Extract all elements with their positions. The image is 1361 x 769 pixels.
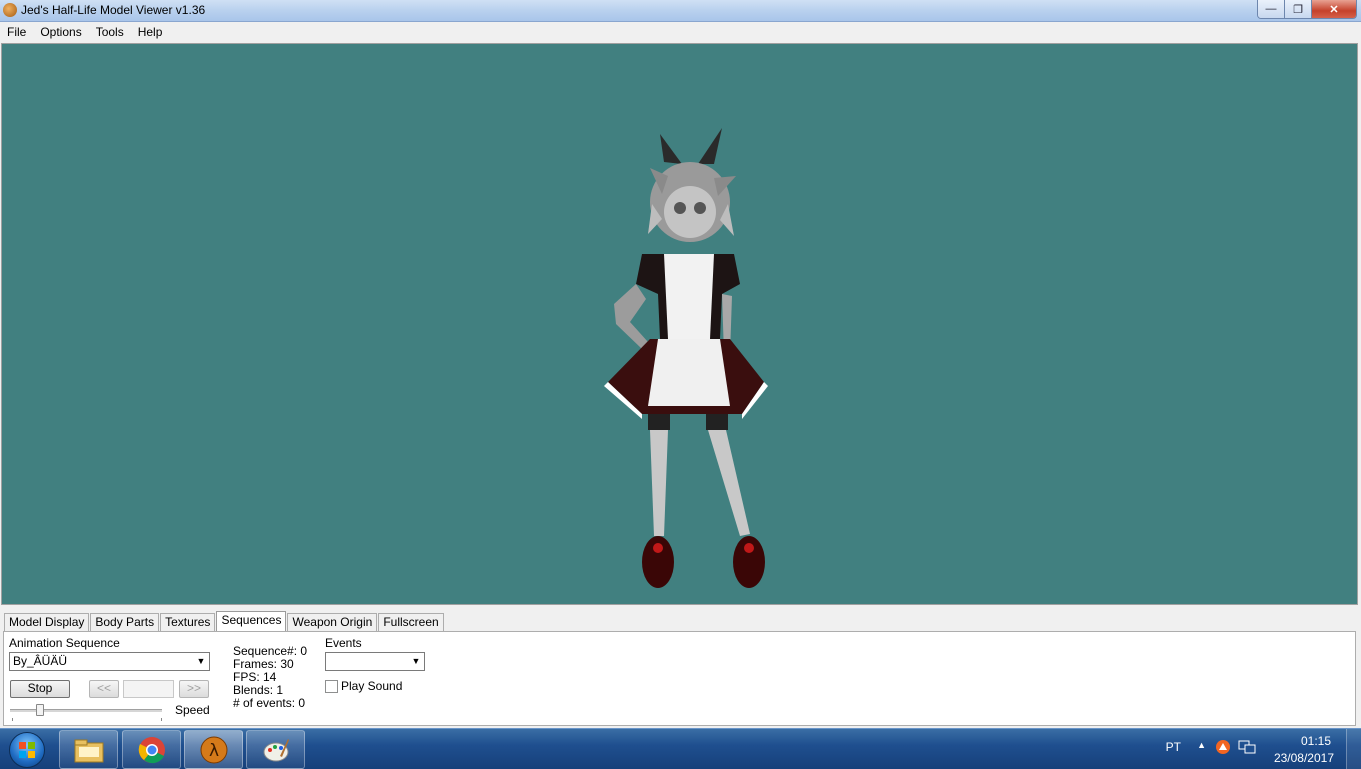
tab-sequences[interactable]: Sequences xyxy=(216,611,287,632)
show-desktop-button[interactable] xyxy=(1346,729,1361,769)
taskbar-explorer-button[interactable] xyxy=(59,730,118,769)
maximize-button[interactable]: ❐ xyxy=(1285,0,1312,18)
chrome-icon xyxy=(138,736,165,763)
menu-options[interactable]: Options xyxy=(33,25,88,39)
chevron-down-icon: ▼ xyxy=(196,656,206,666)
paint-icon xyxy=(263,738,289,761)
close-button[interactable]: ✕ xyxy=(1312,0,1356,18)
tab-weapon-origin[interactable]: Weapon Origin xyxy=(287,613,378,631)
menu-bar: File Options Tools Help xyxy=(0,22,1361,42)
show-hidden-icons-icon[interactable]: ▲ xyxy=(1197,740,1206,750)
taskbar-paint-button[interactable] xyxy=(246,730,305,769)
svg-text:λ: λ xyxy=(208,741,218,761)
speed-slider-track[interactable] xyxy=(10,709,162,712)
taskbar-chrome-button[interactable] xyxy=(122,730,181,769)
avast-icon[interactable] xyxy=(1215,739,1231,758)
slider-tick xyxy=(161,718,162,721)
animation-sequence-value: By_ÂÜÄÜ xyxy=(13,654,68,668)
start-button[interactable] xyxy=(3,731,49,768)
window-title: Jed's Half-Life Model Viewer v1.36 xyxy=(21,3,206,17)
tab-textures[interactable]: Textures xyxy=(160,613,216,631)
tab-model-display[interactable]: Model Display xyxy=(4,613,90,631)
play-sound-label: Play Sound xyxy=(341,679,403,693)
minimize-button[interactable]: — xyxy=(1258,0,1285,18)
events-select[interactable]: ▼ xyxy=(325,652,425,671)
sequence-info: Sequence#: 0 Frames: 30 FPS: 14 Blends: … xyxy=(233,645,307,710)
taskbar-half-life-button[interactable]: λ xyxy=(184,730,243,769)
tab-strip: Model Display Body Parts Textures Sequen… xyxy=(4,611,445,632)
windows-explorer-icon xyxy=(74,739,103,762)
title-bar: Jed's Half-Life Model Viewer v1.36 — ❐ ✕ xyxy=(0,0,1361,22)
menu-file[interactable]: File xyxy=(0,25,33,39)
menu-help[interactable]: Help xyxy=(131,25,170,39)
events-count: # of events: 0 xyxy=(233,696,306,710)
model-viewport[interactable] xyxy=(1,43,1358,605)
frame-input[interactable] xyxy=(123,680,174,698)
previous-frame-button[interactable]: << xyxy=(89,680,119,698)
clock-date[interactable]: 23/08/2017 xyxy=(1274,751,1334,765)
app-icon[interactable] xyxy=(3,3,17,17)
slider-tick xyxy=(12,718,13,721)
network-icon[interactable] xyxy=(1238,739,1256,758)
play-sound-checkbox[interactable] xyxy=(325,680,338,693)
animation-sequence-label: Animation Sequence xyxy=(9,636,120,650)
windows-logo-icon xyxy=(9,732,45,768)
model-render xyxy=(604,128,768,588)
menu-tools[interactable]: Tools xyxy=(89,25,131,39)
half-life-icon: λ xyxy=(200,736,227,763)
events-label: Events xyxy=(325,636,362,650)
stop-button[interactable]: Stop xyxy=(10,680,70,698)
speed-slider-thumb[interactable] xyxy=(36,704,45,716)
window-controls: — ❐ ✕ xyxy=(1257,0,1357,19)
sequences-tab-content: Animation Sequence By_ÂÜÄÜ ▼ Stop << >> … xyxy=(3,631,1356,726)
tab-fullscreen[interactable]: Fullscreen xyxy=(378,613,444,631)
tab-body-parts[interactable]: Body Parts xyxy=(90,613,160,631)
chevron-down-icon: ▼ xyxy=(411,656,421,666)
speed-label: Speed xyxy=(175,703,210,717)
animation-sequence-select[interactable]: By_ÂÜÄÜ ▼ xyxy=(9,652,210,671)
control-panel: Model Display Body Parts Textures Sequen… xyxy=(0,607,1361,728)
clock-time[interactable]: 01:15 xyxy=(1301,734,1331,748)
language-indicator[interactable]: PT xyxy=(1166,740,1181,754)
next-frame-button[interactable]: >> xyxy=(179,680,209,698)
taskbar: λ PT ▲ 01:15 23/08/2017 xyxy=(0,728,1361,769)
